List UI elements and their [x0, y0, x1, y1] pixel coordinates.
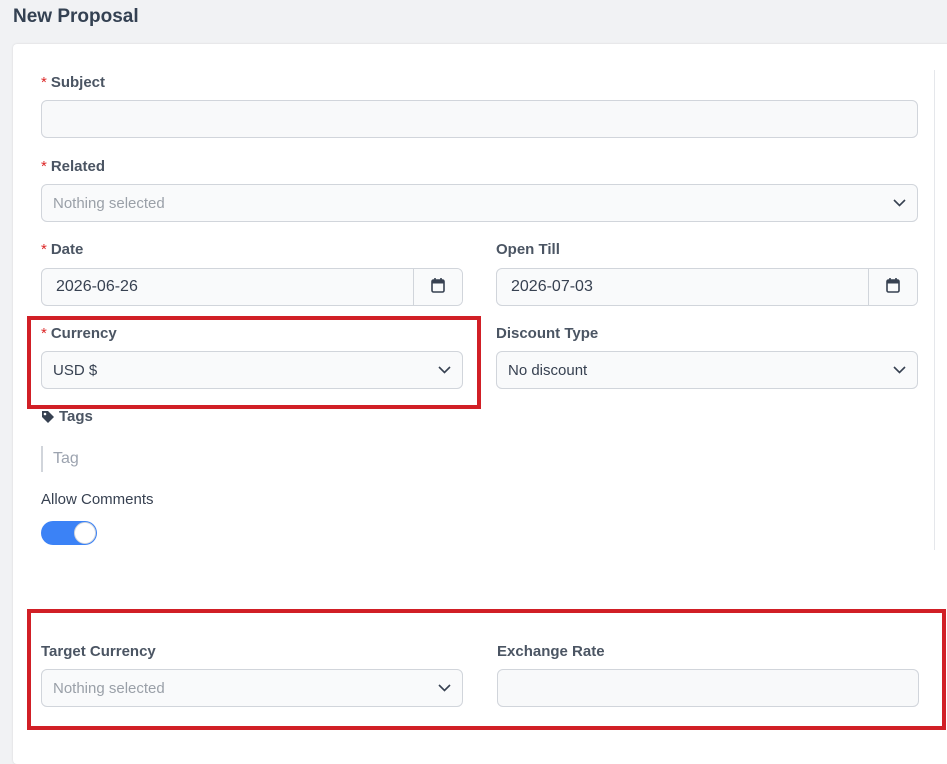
- open-till-label: Open Till: [496, 241, 560, 258]
- required-marker: *: [41, 158, 47, 175]
- subject-label-text: Subject: [50, 74, 106, 91]
- related-select[interactable]: Nothing selected: [41, 184, 918, 222]
- discount-type-select[interactable]: No discount: [496, 351, 918, 389]
- related-select-placeholder: Nothing selected: [53, 194, 165, 212]
- allow-comments-toggle[interactable]: [41, 521, 97, 545]
- date-label-text: Date: [50, 241, 84, 258]
- date-label: * Date: [41, 241, 83, 258]
- date-input[interactable]: 2026-06-26: [42, 269, 413, 305]
- open-till-field[interactable]: 2026-07-03: [496, 268, 918, 306]
- allow-comments-label: Allow Comments: [41, 491, 154, 508]
- page-title: New Proposal: [13, 6, 139, 27]
- related-label-text: Related: [50, 158, 106, 175]
- tags-input[interactable]: Tag: [41, 446, 241, 472]
- tag-icon: [41, 410, 55, 424]
- chevron-down-icon: [892, 196, 906, 210]
- subject-input[interactable]: [41, 100, 918, 138]
- tags-label-text: Tags: [59, 408, 93, 425]
- calendar-icon: [431, 277, 445, 298]
- date-calendar-button[interactable]: [413, 269, 462, 305]
- related-label: * Related: [41, 158, 105, 175]
- currency-highlight-box: [27, 316, 481, 409]
- calendar-icon: [886, 277, 900, 298]
- discount-type-label: Discount Type: [496, 325, 599, 342]
- exchange-highlight-box: [27, 609, 946, 730]
- toggle-knob: [74, 522, 96, 544]
- tags-label: Tags: [41, 408, 93, 425]
- open-till-input[interactable]: 2026-07-03: [497, 269, 868, 305]
- date-field[interactable]: 2026-06-26: [41, 268, 463, 306]
- discount-type-select-value: No discount: [508, 361, 588, 379]
- chevron-down-icon: [892, 363, 906, 377]
- required-marker: *: [41, 241, 47, 258]
- open-till-calendar-button[interactable]: [868, 269, 917, 305]
- required-marker: *: [41, 74, 47, 91]
- subject-label: * Subject: [41, 74, 105, 91]
- scrollbar-track: [934, 70, 935, 550]
